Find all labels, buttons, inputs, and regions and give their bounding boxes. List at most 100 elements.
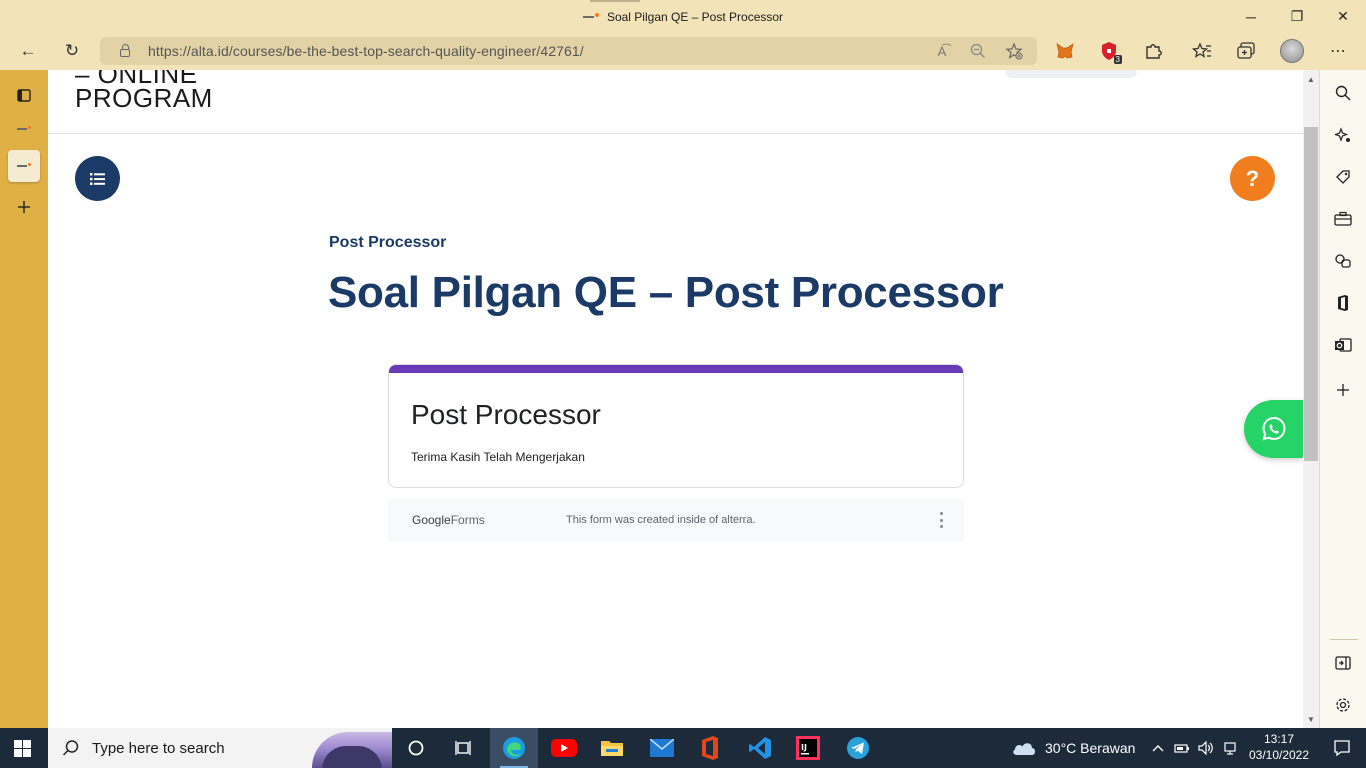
sidebar-divider [1330, 639, 1358, 640]
vertical-tab-alterra-1[interactable] [8, 113, 40, 145]
mail-taskbar-icon[interactable] [638, 728, 686, 768]
course-menu-button[interactable] [75, 156, 120, 201]
settings-more-button[interactable]: ⋯ [1323, 36, 1353, 66]
sidebar-outlook-icon[interactable] [1328, 330, 1358, 360]
intellij-taskbar-icon[interactable]: IJ [784, 728, 832, 768]
page-content: – ONLINE PROGRAM ? Post Processor Soal P… [48, 70, 1303, 728]
new-tab-button[interactable] [8, 191, 40, 223]
address-bar[interactable]: https://alta.id/courses/be-the-best-top-… [100, 37, 1037, 65]
scroll-down-arrow-icon[interactable]: ▼ [1303, 712, 1319, 726]
google-form-card: Post Processor Terima Kasih Telah Menger… [388, 364, 964, 488]
extension-badge: 3 [1113, 55, 1122, 64]
whatsapp-icon [1261, 416, 1286, 441]
show-hidden-icons-chevron-icon[interactable] [1145, 728, 1171, 768]
form-accent-bar [389, 365, 963, 373]
help-button[interactable]: ? [1230, 156, 1275, 201]
clock-time: 13:17 [1263, 732, 1295, 746]
vertical-tabs-panel [0, 70, 48, 728]
restore-button[interactable]: ❐ [1274, 0, 1320, 33]
lock-icon[interactable] [120, 44, 130, 57]
sidebar-hide-icon[interactable] [1328, 648, 1358, 678]
site-logo[interactable]: – ONLINE PROGRAM [75, 70, 213, 113]
windows-taskbar: Type here to search IJ 30°C Berawan 13:1… [0, 728, 1366, 768]
sidebar-tools-briefcase-icon[interactable] [1328, 204, 1358, 234]
edge-taskbar-icon[interactable] [490, 728, 538, 768]
taskbar-clock[interactable]: 13:17 03/10/2022 [1244, 731, 1314, 763]
task-view-icon[interactable] [440, 728, 488, 768]
taskbar-search-box[interactable]: Type here to search [48, 728, 392, 768]
list-icon [89, 172, 105, 185]
vscode-taskbar-icon[interactable] [736, 728, 784, 768]
google-form-footer: GoogleForms This form was created inside… [388, 499, 964, 542]
url-text[interactable]: https://alta.id/courses/be-the-best-top-… [148, 43, 584, 59]
header-pill [1005, 70, 1137, 78]
window-title-area: Soal Pilgan QE – Post Processor [0, 0, 1366, 33]
page-scrollbar[interactable]: ▲ ▼ [1303, 70, 1319, 728]
svg-text:IJ: IJ [801, 743, 807, 752]
close-button[interactable]: ✕ [1320, 0, 1366, 33]
scrollbar-thumb[interactable] [1304, 127, 1318, 461]
edge-sidebar [1319, 70, 1366, 728]
sidebar-search-icon[interactable] [1328, 78, 1358, 108]
collections-icon[interactable] [1231, 36, 1261, 66]
favorites-icon[interactable] [1187, 36, 1217, 66]
form-title: Post Processor [411, 399, 601, 430]
sidebar-discover-icon[interactable] [1328, 120, 1358, 150]
battery-icon[interactable] [1170, 728, 1194, 768]
google-wordmark: Google [412, 513, 451, 527]
tab-actions-icon[interactable] [8, 79, 40, 111]
extensions-puzzle-icon[interactable] [1138, 36, 1168, 66]
refresh-button[interactable]: ↻ [56, 35, 88, 67]
title-bar: Soal Pilgan QE – Post Processor ─ ❐ ✕ [0, 0, 1366, 33]
alterra-favicon-icon [17, 163, 31, 169]
google-forms-logo[interactable]: GoogleForms [412, 513, 485, 527]
youtube-taskbar-icon[interactable] [540, 728, 588, 768]
zoom-out-icon[interactable] [965, 37, 991, 65]
office-taskbar-icon[interactable] [686, 728, 734, 768]
back-button[interactable]: ← [12, 35, 44, 67]
clock-date: 03/10/2022 [1248, 748, 1310, 762]
vertical-tab-alterra-active[interactable] [8, 150, 40, 182]
whatsapp-chat-button[interactable] [1244, 400, 1303, 458]
breadcrumb[interactable]: Post Processor [329, 234, 446, 252]
more-icon: ⋯ [1330, 43, 1346, 60]
browser-toolbar: ← ↻ https://alta.id/courses/be-the-best-… [0, 33, 1366, 70]
security-extension-icon[interactable]: 3 [1094, 36, 1124, 66]
forms-wordmark: Forms [450, 513, 485, 527]
read-aloud-icon[interactable]: A͡ [929, 37, 955, 65]
question-icon: ? [1245, 165, 1260, 191]
sidebar-games-icon[interactable] [1328, 246, 1358, 276]
logo-line-2: PROGRAM [75, 83, 213, 113]
form-footer-note: This form was created inside of alterra. [566, 514, 756, 526]
scroll-up-arrow-icon[interactable]: ▲ [1303, 72, 1319, 86]
refresh-icon: ↻ [64, 41, 80, 60]
minimize-button[interactable]: ─ [1228, 0, 1274, 33]
alterra-favicon-icon [582, 12, 599, 21]
volume-icon[interactable] [1194, 728, 1218, 768]
kebab-menu-icon[interactable] [938, 512, 944, 528]
weather-text[interactable]: 30°C Berawan [1045, 728, 1135, 768]
windows-start-icon[interactable] [14, 740, 31, 757]
alterra-favicon-icon [17, 126, 31, 132]
sidebar-add-icon[interactable] [1328, 375, 1358, 405]
telegram-taskbar-icon[interactable] [834, 728, 882, 768]
metamask-extension-icon[interactable] [1050, 36, 1080, 66]
cortana-icon[interactable] [392, 728, 440, 768]
form-description: Terima Kasih Telah Mengerjakan [411, 450, 585, 464]
network-icon[interactable] [1218, 728, 1242, 768]
profile-avatar[interactable] [1277, 36, 1307, 66]
notification-center-icon[interactable] [1318, 728, 1366, 768]
avatar [1280, 39, 1304, 63]
page-title: Soal Pilgan QE – Post Processor [328, 268, 1004, 317]
search-highlight-art [312, 732, 392, 768]
header-divider [48, 133, 1303, 134]
file-explorer-taskbar-icon[interactable] [588, 728, 636, 768]
favorite-add-icon[interactable] [1001, 37, 1027, 65]
window-title: Soal Pilgan QE – Post Processor [606, 9, 784, 24]
sidebar-office-icon[interactable] [1328, 288, 1358, 318]
sidebar-settings-gear-icon[interactable] [1328, 690, 1358, 720]
sidebar-shopping-tag-icon[interactable] [1328, 162, 1358, 192]
taskbar-search-placeholder: Type here to search [92, 739, 225, 757]
weather-cloud-icon[interactable] [1000, 728, 1048, 768]
back-arrow-icon: ← [19, 41, 37, 60]
